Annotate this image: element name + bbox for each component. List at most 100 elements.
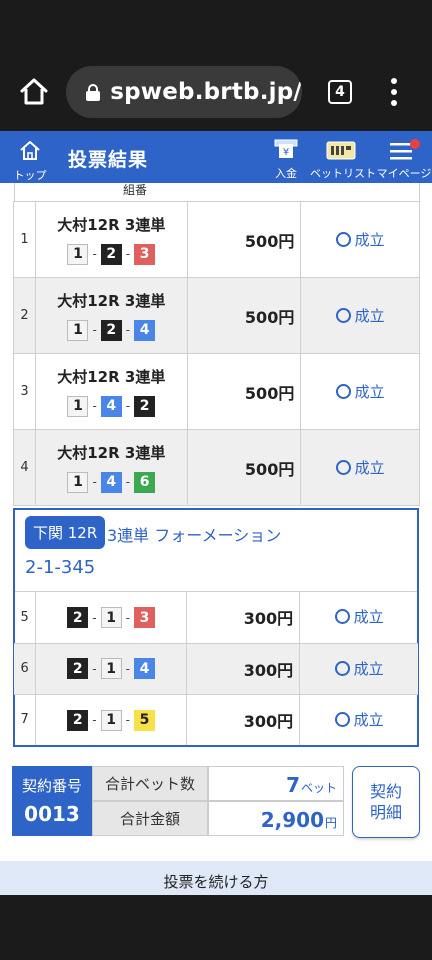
circle-icon: [335, 231, 351, 247]
boat-number: 5: [133, 709, 155, 731]
table-row: 6 2- 1- 4 300円 成立: [14, 642, 418, 695]
status-text: 成立: [354, 230, 385, 249]
total-amount-value: 2,900 円: [208, 801, 344, 836]
status-cell: 成立: [299, 693, 418, 745]
row-number: 2: [13, 277, 36, 354]
table-row: 4 大村12R 3連単 1- 4- 6 500円 成立: [13, 429, 420, 506]
continue-betting-text: 投票を続ける方: [163, 873, 269, 891]
boat-number: 2: [67, 607, 89, 628]
status-cell: 成立: [299, 592, 418, 644]
amount: 300円: [185, 693, 301, 745]
race-label: 大村12R 3連単: [57, 292, 166, 311]
column-header-combo: 組番: [122, 183, 147, 197]
continue-betting-bar[interactable]: 投票を続ける方: [0, 861, 432, 895]
total-bets-number: 7: [286, 773, 300, 797]
table-row: 1 大村12R 3連単 1- 2- 3 500円 成立: [13, 201, 420, 278]
column-header: 組番: [14, 183, 420, 201]
ticket-icon: [326, 141, 356, 160]
boat-number: 2: [134, 395, 156, 417]
circle-icon: [335, 459, 351, 475]
bet-cell: 大村12R 3連単 1- 2- 3: [34, 201, 188, 278]
boat-number: 2: [100, 319, 122, 341]
boat-number: 4: [100, 471, 122, 493]
combo: 1- 2- 3: [67, 243, 156, 265]
bet-cell: 2- 1- 3: [35, 592, 187, 644]
race-label: 大村12R 3連単: [57, 368, 166, 387]
row-number: 6: [14, 642, 37, 695]
total-amount-number: 2,900: [260, 808, 324, 832]
formation-table: 5 2- 1- 3 300円 成立 6 2- 1 - 4 300円 成立 7 2…: [14, 592, 418, 745]
hamburger-menu-icon: [390, 139, 420, 160]
contract-detail-button[interactable]: 契約 明細: [352, 766, 420, 838]
contract-number-box: 契約番号 0013: [12, 766, 92, 836]
tab-switcher-button[interactable]: 4: [328, 80, 352, 104]
bet-cell: 大村12R 3連単 1- 2- 4: [34, 277, 188, 354]
bet-table: 1 大村12R 3連単 1- 2- 3 500円 成立 2 大村12R 3連単: [13, 201, 420, 506]
status-cell: 成立: [299, 642, 418, 695]
browser-menu-icon[interactable]: [390, 78, 398, 106]
mypage-label: マイページ: [376, 167, 432, 180]
table-row: 5 2- 1- 3 300円 成立: [14, 592, 418, 644]
table-row: 2 大村12R 3連単 1- 2- 4 500円 成立: [13, 277, 420, 354]
top-nav-button[interactable]: トップ: [10, 137, 50, 182]
boat-number: 4: [100, 395, 122, 417]
status-cell: 成立: [300, 201, 420, 278]
combo: 1- 2- 4: [67, 319, 156, 341]
totals-grid: 合計ベット数 7 ベット 合計金額 2,900 円: [92, 766, 344, 836]
bet-cell: 大村12R 3連単 1- 4- 6: [34, 429, 188, 506]
bet-type: 3連単 フォーメーション: [107, 526, 282, 545]
row-number: 7: [14, 693, 37, 745]
amount: 500円: [186, 353, 302, 430]
total-bets-label: 合計ベット数: [92, 766, 208, 801]
boat-number: 4: [133, 658, 155, 680]
circle-icon: [335, 307, 351, 323]
boat-number: 1: [100, 607, 122, 628]
address-bar[interactable]: spweb.brtb.jp/: [66, 66, 302, 118]
combo: 1- 4- 2: [67, 395, 156, 417]
venue-badge: 下関 12R: [25, 516, 106, 549]
amount: 300円: [185, 642, 301, 695]
table-row: 3 大村12R 3連単 1- 4- 2 500円 成立: [13, 353, 420, 430]
status-text: 成立: [354, 458, 385, 477]
combo: 1- 4- 6: [67, 471, 156, 493]
amount: 500円: [186, 429, 302, 506]
bet-cell: 2- 1- 5: [35, 693, 187, 745]
amount: 300円: [185, 592, 301, 644]
boat-number: 2: [67, 709, 89, 731]
lock-icon: [86, 84, 100, 101]
boat-number: 1: [100, 709, 122, 731]
status-text: 成立: [353, 608, 384, 627]
browser-home-icon[interactable]: [18, 76, 50, 108]
circle-icon: [334, 609, 350, 625]
url-text: spweb.brtb.jp/: [110, 79, 302, 105]
results-content: 組番 1 大村12R 3連単 1- 2- 3 500円 成立 2 大村12R 3…: [0, 183, 432, 895]
circle-icon: [334, 660, 350, 676]
boat-number: 1: [67, 319, 89, 341]
app-header: トップ 投票結果 ¥ 入金 ベットリスト マイページ: [0, 131, 432, 183]
boat-number: 2: [67, 658, 89, 680]
combo: 2- 1- 5: [67, 709, 155, 731]
boat-number: 6: [134, 471, 156, 493]
row-number: 5: [14, 592, 37, 644]
circle-icon: [335, 383, 351, 399]
circle-icon: [334, 711, 350, 727]
boat-number: 1: [67, 471, 89, 493]
boat-number: 1: [67, 395, 89, 417]
betlist-label: ベットリスト: [310, 167, 376, 180]
top-nav-label: トップ: [13, 169, 47, 182]
contract-number: 0013: [24, 802, 80, 826]
detail-button-line1: 契約: [369, 782, 402, 801]
total-amount-unit: 円: [324, 816, 337, 830]
deposit-icon: ¥: [274, 139, 298, 158]
combo: 2- 1- 4: [67, 658, 155, 680]
status-text: 成立: [354, 306, 385, 325]
boat-number: 1: [100, 658, 122, 680]
row-number: 4: [13, 429, 36, 506]
contract-label: 契約番号: [21, 777, 82, 795]
status-text: 成立: [353, 710, 384, 729]
boat-number: 2: [100, 243, 122, 265]
status-cell: 成立: [300, 353, 420, 430]
bet-cell: 大村12R 3連単 1- 4- 2: [34, 353, 188, 430]
amount: 500円: [186, 277, 302, 354]
race-label: 大村12R 3連単: [57, 444, 166, 463]
